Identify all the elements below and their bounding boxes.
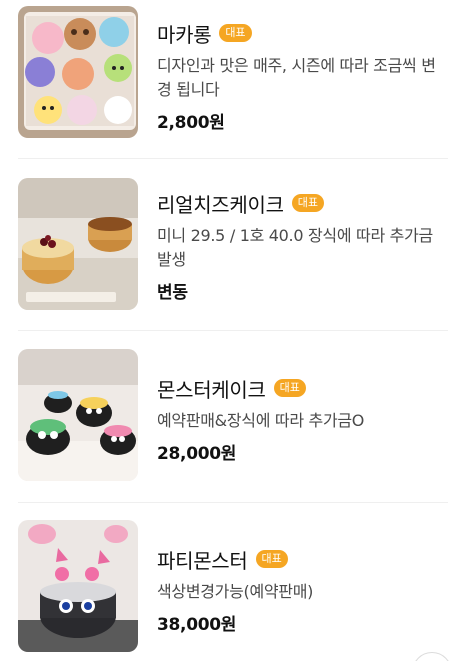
title-row: 몬스터케이크 대표 [157, 373, 449, 403]
menu-item-name: 몬스터케이크 [157, 377, 266, 402]
menu-item-price: 38,000원 [157, 615, 237, 635]
menu-item-price: 변동 [157, 283, 188, 303]
menu-list: 마카롱 대표 디자인과 맛은 매주, 시즌에 따라 조금씩 변경 됩니다 2,8… [0, 0, 466, 661]
title-row: 리얼치즈케이크 대표 [157, 188, 449, 218]
menu-item-info: 파티몬스터 대표 색상변경가능(예약판매) 38,000원 [157, 544, 449, 636]
macaron-box-image [18, 6, 138, 138]
menu-item-info: 리얼치즈케이크 대표 미니 29.5 / 1호 40.0 장식에 따라 추가금 … [157, 188, 449, 304]
cheesecake-image [18, 178, 138, 310]
menu-item-party-monster[interactable]: 파티몬스터 대표 색상변경가능(예약판매) 38,000원 [0, 520, 466, 661]
menu-item-info: 마카롱 대표 디자인과 맛은 매주, 시즌에 따라 조금씩 변경 됩니다 2,8… [157, 18, 449, 134]
menu-item-cheesecake[interactable]: 리얼치즈케이크 대표 미니 29.5 / 1호 40.0 장식에 따라 추가금 … [0, 178, 466, 328]
menu-item-description: 예약판매&장식에 따라 추가금O [157, 411, 365, 430]
menu-item-description: 색상변경가능(예약판매) [157, 582, 314, 601]
title-row: 파티몬스터 대표 [157, 544, 449, 574]
menu-item-name: 리얼치즈케이크 [157, 192, 284, 217]
menu-item-description: 디자인과 맛은 매주, 시즌에 따라 조금씩 변경 됩니다 [157, 56, 436, 99]
title-row: 마카롱 대표 [157, 18, 449, 48]
menu-item-name: 파티몬스터 [157, 548, 248, 573]
menu-item-monster-cake[interactable]: 몬스터케이크 대표 예약판매&장식에 따라 추가금O 28,000원 [0, 349, 466, 499]
monster-cakes-image [18, 349, 138, 481]
signature-badge: 대표 [255, 550, 288, 568]
menu-item-price: 28,000원 [157, 444, 237, 464]
divider [18, 502, 448, 503]
signature-badge: 대표 [273, 379, 306, 397]
menu-item-description: 미니 29.5 / 1호 40.0 장식에 따라 추가금 발생 [157, 226, 433, 269]
menu-item-price: 2,800원 [157, 113, 225, 133]
signature-badge: 대표 [219, 24, 252, 42]
menu-item-info: 몬스터케이크 대표 예약판매&장식에 따라 추가금O 28,000원 [157, 373, 449, 465]
signature-badge: 대표 [291, 194, 324, 212]
divider [18, 330, 448, 331]
party-monster-cake-image [18, 520, 138, 652]
menu-item-macaron[interactable]: 마카롱 대표 디자인과 맛은 매주, 시즌에 따라 조금씩 변경 됩니다 2,8… [0, 6, 466, 156]
divider [18, 158, 448, 159]
menu-item-name: 마카롱 [157, 22, 212, 47]
